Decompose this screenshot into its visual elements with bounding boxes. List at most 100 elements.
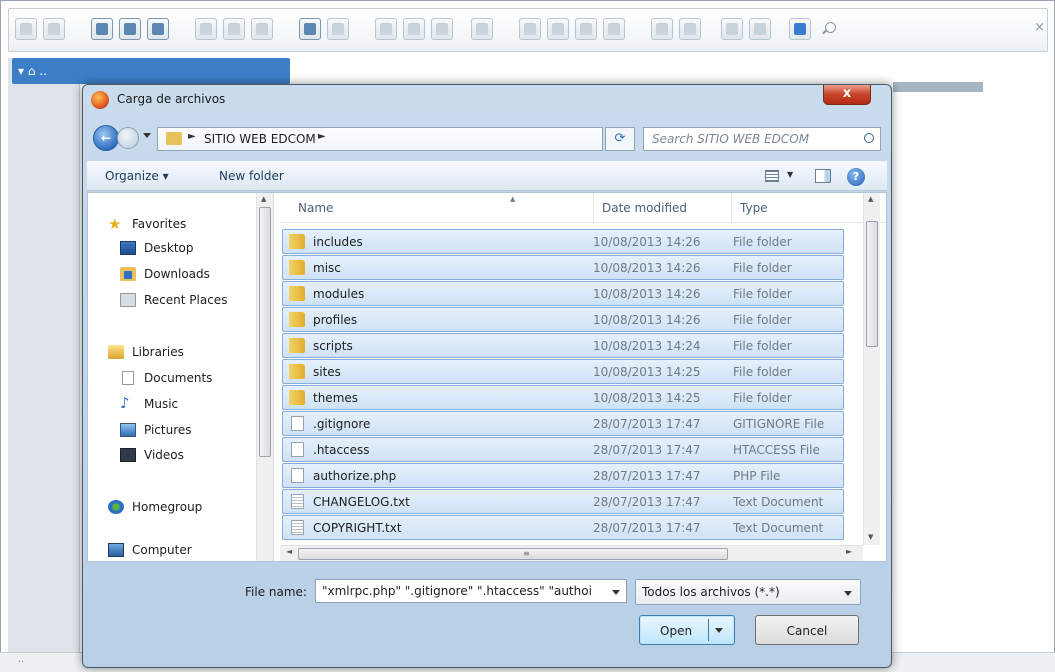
frame-icon[interactable] xyxy=(547,18,569,40)
nav-scroll-thumb[interactable] xyxy=(259,207,271,457)
column-date-modified[interactable]: Date modified xyxy=(596,193,732,223)
table-row[interactable]: CHANGELOG.txt 28/07/2013 17:47 Text Docume… xyxy=(282,489,844,514)
export-icon[interactable] xyxy=(251,18,273,40)
file-icon xyxy=(291,442,304,457)
table-row[interactable]: misc 10/08/2013 14:26 File folder xyxy=(282,255,844,280)
table-row[interactable]: themes 10/08/2013 14:25 File folder xyxy=(282,385,844,410)
scroll-left-icon[interactable]: ◄ xyxy=(286,547,292,556)
file-list-scroll-thumb[interactable] xyxy=(866,221,878,347)
scroll-down-icon[interactable]: ▼ xyxy=(868,533,873,541)
file-icon xyxy=(291,520,304,535)
table-row[interactable]: authorize.php 28/07/2013 17:47 PHP File xyxy=(282,463,844,488)
copy-icon[interactable] xyxy=(375,18,397,40)
nav-item-documents[interactable]: Documents xyxy=(120,369,270,389)
table-row[interactable]: modules 10/08/2013 14:26 File folder xyxy=(282,281,844,306)
table-row[interactable]: COPYRIGHT.txt 28/07/2013 17:47 Text Docume… xyxy=(282,515,844,540)
open-button[interactable]: Open xyxy=(639,615,735,645)
file-name-cell: themes xyxy=(313,391,359,405)
table-row[interactable]: .htaccess 28/07/2013 17:47 HTACCESS File xyxy=(282,437,844,462)
toolbar-search-input[interactable]: × xyxy=(821,19,1047,41)
horizontal-scroll-thumb[interactable]: ≡ xyxy=(298,548,728,560)
address-bar[interactable]: ► SITIO WEB EDCOM ► xyxy=(157,127,674,151)
home-icon: ▾ ⌂ .. xyxy=(18,64,47,78)
breadcrumb-arrow-icon[interactable]: ► xyxy=(318,131,326,142)
nav-item-favorites[interactable]: ★ Favorites xyxy=(108,215,258,235)
nav-item-libraries[interactable]: Libraries xyxy=(108,343,258,363)
nav-item-videos[interactable]: Videos xyxy=(120,446,270,466)
nav-scrollbar[interactable]: ▲ xyxy=(256,193,273,561)
file-name-input[interactable]: "xmlrpc.php" ".gitignore" ".htaccess" "a… xyxy=(315,579,627,603)
info-icon[interactable] xyxy=(299,18,321,40)
scroll-up-icon[interactable]: ▲ xyxy=(868,195,873,203)
breadcrumb-arrow-icon[interactable]: ► xyxy=(188,131,196,142)
chevron-down-icon[interactable]: ▼ xyxy=(787,170,793,179)
forward-button[interactable] xyxy=(117,127,139,149)
table-row[interactable]: scripts 10/08/2013 14:24 File folder xyxy=(282,333,844,358)
change-view-icon[interactable] xyxy=(765,170,779,182)
preview-icon[interactable] xyxy=(327,18,349,40)
save-all-icon[interactable] xyxy=(195,18,217,40)
file-type-select[interactable]: Todos los archivos (*.*) xyxy=(635,579,861,605)
document-icon[interactable] xyxy=(575,18,597,40)
tree-root-tab[interactable]: ▾ ⌂ .. xyxy=(12,58,290,84)
column-name[interactable]: Name xyxy=(292,193,594,223)
scroll-up-icon[interactable]: ▲ xyxy=(261,195,266,203)
puzzle-icon[interactable] xyxy=(603,18,625,40)
recent-locations-dropdown[interactable] xyxy=(143,133,151,138)
nav-item-homegroup[interactable]: Homegroup xyxy=(108,498,258,518)
table-row[interactable]: profiles 10/08/2013 14:26 File folder xyxy=(282,307,844,332)
recent-places-icon xyxy=(120,293,136,307)
dialog-title-bar[interactable]: Carga de archivos x xyxy=(83,85,891,115)
clipboard-icon[interactable] xyxy=(471,18,493,40)
save-as-icon[interactable] xyxy=(223,18,245,40)
date-modified-cell: 10/08/2013 14:24 xyxy=(593,339,701,353)
page-icon[interactable] xyxy=(519,18,541,40)
file-name-dropdown-icon[interactable] xyxy=(612,590,620,595)
preview-pane-icon[interactable] xyxy=(815,169,831,183)
cancel-button[interactable]: Cancel xyxy=(755,615,859,645)
nav-item-pictures[interactable]: Pictures xyxy=(120,421,270,441)
paste-icon[interactable] xyxy=(431,18,453,40)
help-icon[interactable]: ? xyxy=(847,168,865,186)
refresh-button[interactable]: ⟳ xyxy=(605,127,635,151)
nav-item-music[interactable]: ♪ Music xyxy=(120,394,270,415)
add-icon[interactable] xyxy=(119,18,141,40)
search-input[interactable]: Search SITIO WEB EDCOM xyxy=(643,127,881,151)
file-list-horizontal-scrollbar[interactable]: ◄ ≡ ► xyxy=(280,545,863,561)
nav-item-desktop[interactable]: Desktop xyxy=(120,239,270,259)
page-scrollbar[interactable] xyxy=(1046,58,1054,638)
cut-icon[interactable] xyxy=(403,18,425,40)
table-row[interactable]: sites 10/08/2013 14:25 File folder xyxy=(282,359,844,384)
back-icon[interactable] xyxy=(15,18,37,40)
file-list-vertical-scrollbar[interactable]: ▲ ▼ xyxy=(863,193,880,545)
clear-icon[interactable]: × xyxy=(1034,20,1045,35)
background-bar xyxy=(893,82,983,92)
layout-alt-icon[interactable] xyxy=(679,18,701,40)
date-modified-cell: 10/08/2013 14:25 xyxy=(593,365,701,379)
back-button[interactable]: ← xyxy=(93,125,119,151)
type-cell: PHP File xyxy=(733,469,781,483)
table-row[interactable]: includes 10/08/2013 14:26 File folder xyxy=(282,229,844,254)
organize-button[interactable]: Organize ▾ xyxy=(105,169,169,183)
nav-item-recent-places[interactable]: Recent Places xyxy=(120,291,270,311)
folder-icon xyxy=(289,338,305,353)
nav-item-downloads[interactable]: Downloads xyxy=(120,265,270,285)
file-name-cell: COPYRIGHT.txt xyxy=(313,521,402,535)
open-dropdown-icon[interactable] xyxy=(715,628,723,633)
layout-icon[interactable] xyxy=(651,18,673,40)
column-type[interactable]: Type xyxy=(734,193,862,223)
table-row[interactable]: .gitignore 28/07/2013 17:47 GITIGNORE File xyxy=(282,411,844,436)
close-button[interactable]: x xyxy=(823,85,871,105)
file-name-value: "xmlrpc.php" ".gitignore" ".htaccess" "a… xyxy=(322,584,592,598)
save-icon[interactable] xyxy=(147,18,169,40)
book-icon[interactable] xyxy=(749,18,771,40)
breadcrumb[interactable]: SITIO WEB EDCOM xyxy=(204,132,316,146)
scroll-right-icon[interactable]: ► xyxy=(846,547,852,556)
file-name-cell: .htaccess xyxy=(313,443,370,457)
help-icon[interactable] xyxy=(789,18,811,40)
new-icon[interactable] xyxy=(91,18,113,40)
forward-icon[interactable] xyxy=(43,18,65,40)
grid-icon[interactable] xyxy=(721,18,743,40)
new-folder-button[interactable]: New folder xyxy=(219,169,284,183)
nav-item-computer[interactable]: Computer xyxy=(108,541,258,561)
